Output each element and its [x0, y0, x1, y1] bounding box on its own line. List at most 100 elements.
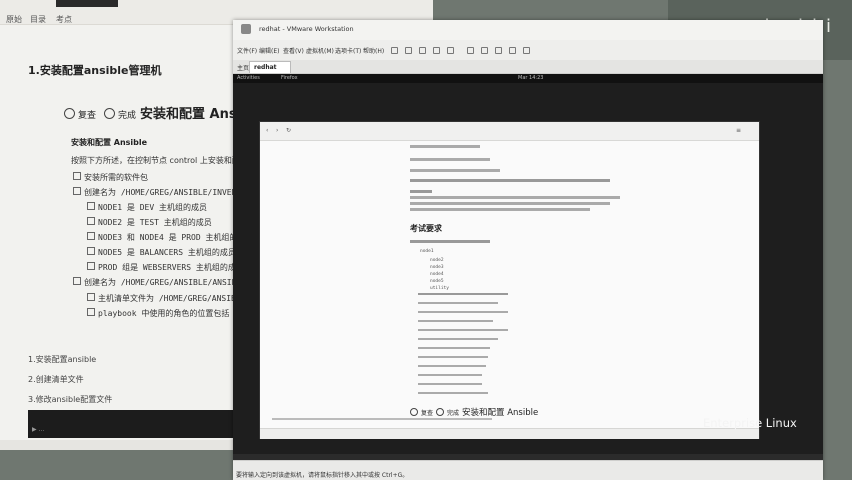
content-heading: 考试要求	[410, 224, 442, 233]
window-title: redhat - VMware Workstation	[259, 25, 354, 33]
review-radio-icon[interactable]	[410, 408, 418, 416]
list-item[interactable]: 安装所需的软件包	[73, 172, 148, 183]
vmware-app-icon	[241, 24, 251, 34]
unity-icon[interactable]	[481, 47, 488, 54]
content-line	[272, 418, 492, 420]
menu-vm[interactable]: 虚拟机(M)	[306, 46, 334, 55]
list-item[interactable]: 创建名为 /HOME/GREG/ANSIBLE/INVENT	[73, 187, 241, 198]
app-menu[interactable]: Firefox	[281, 75, 298, 81]
content-line	[410, 208, 590, 211]
content-line	[418, 311, 508, 313]
list-item[interactable]: NODE3 和 NODE4 是 PROD 主机组的成	[87, 232, 246, 243]
menu-tabs[interactable]: 选项卡(T)	[335, 46, 361, 55]
manage-snapshot-icon[interactable]	[447, 47, 454, 54]
list-item[interactable]: NODE5 是 BALANCERS 主机组的成员	[87, 247, 236, 258]
content-line	[410, 145, 480, 148]
side-link[interactable]: 2.创建清单文件	[28, 374, 84, 385]
library-icon[interactable]	[523, 47, 530, 54]
checkbox-icon[interactable]	[73, 277, 81, 285]
content-line	[418, 302, 498, 304]
checkbox-icon[interactable]	[87, 232, 95, 240]
review-radio-icon[interactable]	[64, 108, 75, 119]
guest-display[interactable]: Activities Firefox Mar 14:23 ‹ › ↻ ≡ 考试要…	[233, 74, 823, 460]
checkbox-icon[interactable]	[87, 247, 95, 255]
host-entry: node5	[430, 279, 444, 284]
intro-text: 按照下方所述，在控制节点 control 上安装和配置	[71, 156, 248, 165]
content-line	[418, 383, 482, 385]
doc-tab-toc[interactable]: 目录	[30, 14, 46, 25]
back-icon[interactable]: ‹	[266, 127, 268, 134]
vmware-statusbar: 要将输入定向到该虚拟机，请将鼠标指针移入其中或按 Ctrl+G。	[233, 460, 823, 480]
reload-icon[interactable]: ↻	[286, 127, 291, 134]
document-header-strip	[56, 0, 118, 7]
content-line	[410, 169, 500, 172]
stretch-icon[interactable]	[509, 47, 516, 54]
vmware-window: redhat - VMware Workstation 文件(F) 编辑(E) …	[233, 20, 823, 480]
menu-edit[interactable]: 编辑(E)	[259, 46, 279, 55]
forward-icon[interactable]: ›	[276, 127, 278, 134]
side-link[interactable]: 3.修改ansible配置文件	[28, 394, 112, 405]
list-item[interactable]: PROD 组是 WEBSERVERS 主机组的成员	[87, 262, 244, 273]
done-radio-icon[interactable]	[104, 108, 116, 119]
host-entry: utility	[430, 286, 449, 291]
content-line	[410, 240, 490, 243]
pause-icon[interactable]	[391, 47, 398, 54]
content-line	[410, 158, 490, 161]
vmware-titlebar[interactable]: redhat - VMware Workstation	[233, 20, 823, 40]
checkbox-icon[interactable]	[87, 262, 95, 270]
revert-icon[interactable]	[433, 47, 440, 54]
done-label: 完成	[118, 111, 137, 121]
clock[interactable]: Mar 14:23	[518, 75, 543, 81]
content-line	[418, 347, 490, 349]
tab-home[interactable]: 主页	[237, 63, 249, 72]
host-entry: node1	[420, 249, 434, 254]
list-item[interactable]: NODE1 是 DEV 主机组的成员	[87, 202, 207, 213]
snapshot-icon[interactable]	[419, 47, 426, 54]
list-item[interactable]: 主机清单文件为 /HOME/GREG/ANSIBLE	[87, 293, 246, 304]
host-entry: node4	[430, 272, 444, 277]
firefox-toolbar: ‹ › ↻ ≡	[260, 122, 759, 141]
menu-help[interactable]: 帮助(H)	[363, 46, 384, 55]
done-radio-icon[interactable]	[436, 408, 445, 416]
content-line	[418, 365, 486, 367]
section-title: 安装和配置 Ansible	[71, 138, 148, 147]
firefox-window: ‹ › ↻ ≡ 考试要求 node1 node2 node3 node4 nod…	[259, 121, 760, 439]
tab-redhat[interactable]: redhat	[249, 61, 291, 73]
gnome-topbar: Activities Firefox Mar 14:23	[233, 74, 823, 83]
page-title: 1.安装配置ansible管理机	[28, 64, 162, 77]
brand-text: Enterprise Linux	[703, 416, 797, 430]
checkbox-icon[interactable]	[73, 172, 81, 180]
console-view-icon[interactable]	[495, 47, 502, 54]
checkbox-icon[interactable]	[87, 202, 95, 210]
guest-task-heading: 复查 完成 安装和配置 Ansible	[410, 406, 538, 418]
list-item[interactable]: 创建名为 /HOME/GREG/ANSIBLE/ANSIB	[73, 277, 236, 288]
content-line	[418, 320, 493, 322]
checkbox-icon[interactable]	[73, 187, 81, 195]
list-item[interactable]: NODE2 是 TEST 主机组的成员	[87, 217, 212, 228]
checkbox-icon[interactable]	[87, 308, 95, 316]
send-ctrlaltdel-icon[interactable]	[405, 47, 412, 54]
checkbox-icon[interactable]	[87, 293, 95, 301]
side-link[interactable]: 1.安装配置ansible	[28, 354, 96, 365]
content-line	[418, 356, 488, 358]
host-entry: node2	[430, 258, 444, 263]
menu-bar: 文件(F) 编辑(E) 查看(V) 虚拟机(M) 选项卡(T) 帮助(H)	[233, 44, 823, 57]
content-line	[410, 190, 432, 193]
content-line	[418, 392, 488, 394]
fullscreen-icon[interactable]	[467, 47, 474, 54]
menu-icon[interactable]: ≡	[736, 127, 741, 134]
content-line	[418, 338, 498, 340]
menu-view[interactable]: 查看(V)	[283, 46, 304, 55]
content-line	[410, 179, 610, 182]
content-line	[410, 196, 620, 199]
doc-tab-original[interactable]: 原始	[6, 14, 22, 25]
host-entry: node3	[430, 265, 444, 270]
firefox-statusbar	[260, 428, 759, 439]
checkbox-icon[interactable]	[87, 217, 95, 225]
menu-file[interactable]: 文件(F)	[237, 46, 257, 55]
doc-tab-points[interactable]: 考点	[56, 14, 72, 25]
code-block: ▶ ...	[28, 410, 233, 438]
activities-button[interactable]: Activities	[237, 75, 260, 81]
content-line	[410, 202, 610, 205]
watermark-char: i	[826, 16, 831, 37]
